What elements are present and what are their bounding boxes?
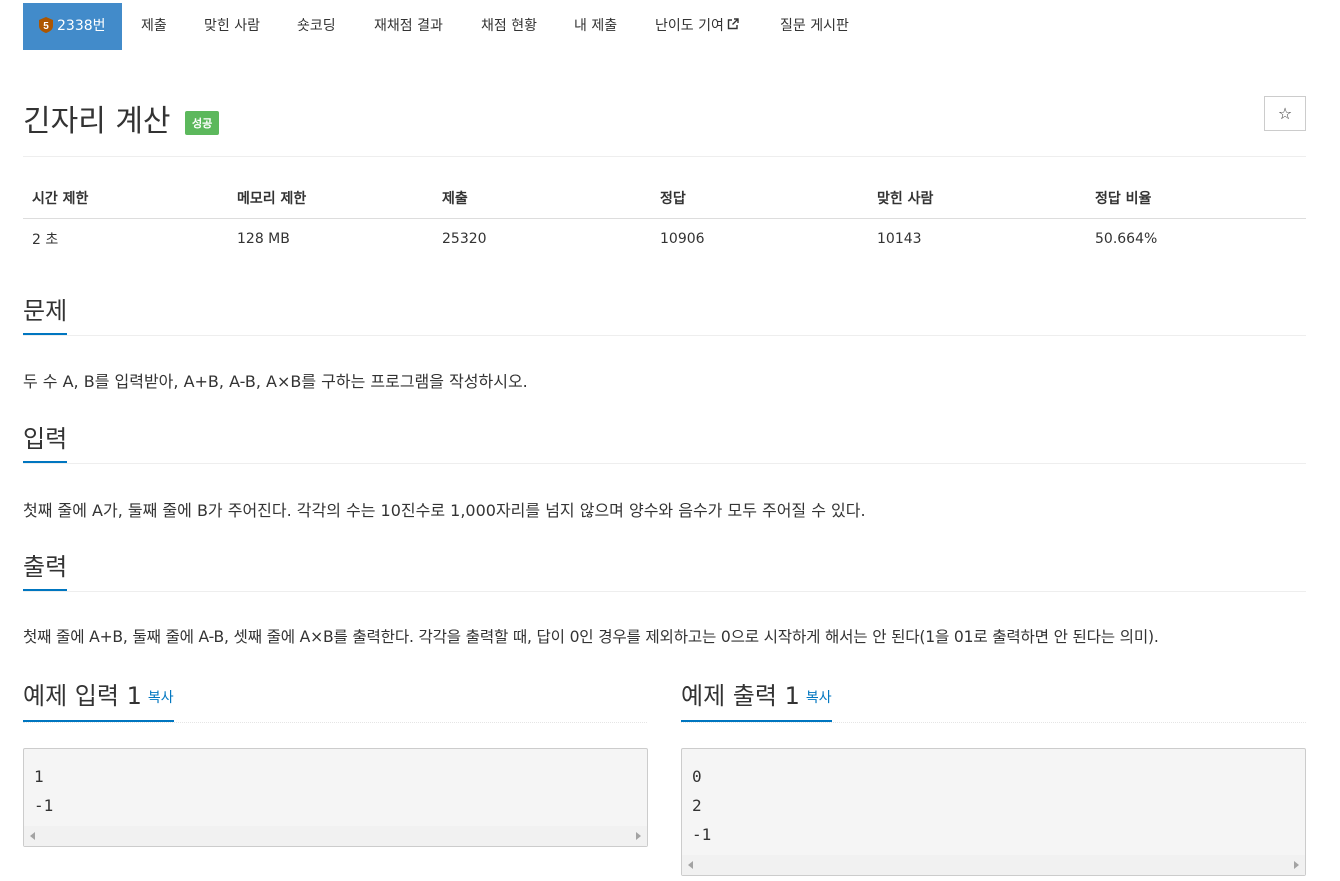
copy-input-button[interactable]: 복사 (148, 690, 174, 706)
tab-submit[interactable]: 제출 (141, 3, 167, 50)
horizontal-scrollbar[interactable] (24, 826, 647, 846)
sample-input-line: 1 (34, 767, 44, 786)
tab-rejudge[interactable]: 재채점 결과 (374, 3, 443, 50)
header-time-limit: 시간 제한 (23, 178, 228, 219)
sample-output-line: 2 (692, 796, 702, 815)
tab-my-submissions[interactable]: 내 제출 (574, 3, 617, 50)
page-title: 긴자리 계산 (23, 104, 171, 139)
problem-nav: 5 2338번 제출 맞힌 사람 숏코딩 재채점 결과 채점 현황 내 제출 난… (23, 3, 1306, 50)
sample-input-title-wrap: 예제 입력 1 복사 (23, 680, 174, 722)
scroll-left-icon[interactable] (30, 832, 35, 840)
value-time-limit: 2 초 (32, 232, 59, 248)
status-badge: 성공 (185, 111, 220, 135)
input-title: 입력 (23, 423, 68, 463)
value-accepted: 10906 (660, 231, 705, 247)
horizontal-scrollbar[interactable] (682, 855, 1305, 875)
table-row: 2 초 128 MB 25320 10906 10143 50.664% (23, 219, 1306, 260)
value-accept-ratio: 50.664% (1095, 231, 1158, 247)
tier-badge-text: 5 (43, 21, 49, 32)
sample-output-title-wrap: 예제 출력 1 복사 (681, 680, 832, 722)
scroll-left-icon[interactable] (688, 861, 693, 869)
sample-input-box[interactable]: 1 -1 (23, 748, 648, 847)
copy-output-button[interactable]: 복사 (806, 690, 832, 706)
title-row: 긴자리 계산 성공 ☆ (23, 92, 1306, 157)
sample-output-line: 0 (692, 767, 702, 786)
header-memory-limit: 메모리 제한 (228, 178, 433, 219)
sample-input-heading: 예제 입력 1 복사 (23, 680, 647, 723)
output-title: 출력 (23, 551, 68, 591)
sample-output-heading: 예제 출력 1 복사 (681, 680, 1306, 723)
header-accept-ratio: 정답 비율 (1086, 178, 1306, 219)
description-text: 두 수 A, B를 입력받아, A+B, A-B, A×B를 구하는 프로그램을… (23, 372, 528, 391)
tab-short-coding[interactable]: 숏코딩 (297, 3, 336, 50)
output-text: 첫째 줄에 A+B, 둘째 줄에 A-B, 셋째 줄에 A×B를 출력한다. 각… (23, 628, 1159, 646)
sample-output-box[interactable]: 0 2 -1 (681, 748, 1306, 876)
tab-problem[interactable]: 5 2338번 (23, 3, 122, 50)
problem-number: 2338번 (57, 18, 106, 34)
sample-input-title: 예제 입력 1 (23, 682, 142, 710)
header-accepted: 정답 (651, 178, 868, 219)
header-submissions: 제출 (433, 178, 651, 219)
tab-solvers[interactable]: 맞힌 사람 (204, 3, 260, 50)
value-submissions: 25320 (442, 231, 487, 247)
sample-input-line: -1 (34, 796, 54, 815)
value-memory-limit: 128 MB (237, 231, 290, 247)
description-heading: 문제 (23, 295, 1306, 336)
tab-difficulty-contribution[interactable]: 난이도 기여 (655, 3, 739, 50)
tab-question-board[interactable]: 질문 게시판 (780, 3, 849, 50)
header-solvers: 맞힌 사람 (868, 178, 1086, 219)
sample-output-line: -1 (692, 825, 712, 844)
tier-badge-icon: 5 (39, 17, 53, 33)
table-header-row: 시간 제한 메모리 제한 제출 정답 맞힌 사람 정답 비율 (23, 178, 1306, 219)
scroll-right-icon[interactable] (636, 832, 641, 840)
input-heading: 입력 (23, 423, 1306, 464)
value-solvers: 10143 (877, 231, 922, 247)
tab-difficulty-label: 난이도 기여 (655, 18, 724, 34)
scroll-right-icon[interactable] (1294, 861, 1299, 869)
description-title: 문제 (23, 295, 68, 335)
input-text: 첫째 줄에 A가, 둘째 줄에 B가 주어진다. 각각의 수는 10진수로 1,… (23, 501, 866, 520)
external-link-icon (727, 18, 739, 30)
star-icon: ☆ (1277, 104, 1293, 123)
problem-info-table: 시간 제한 메모리 제한 제출 정답 맞힌 사람 정답 비율 2 초 128 M… (23, 178, 1306, 259)
sample-output-title: 예제 출력 1 (681, 682, 800, 710)
tab-status[interactable]: 채점 현황 (481, 3, 537, 50)
star-button[interactable]: ☆ (1264, 96, 1306, 131)
output-heading: 출력 (23, 551, 1306, 592)
